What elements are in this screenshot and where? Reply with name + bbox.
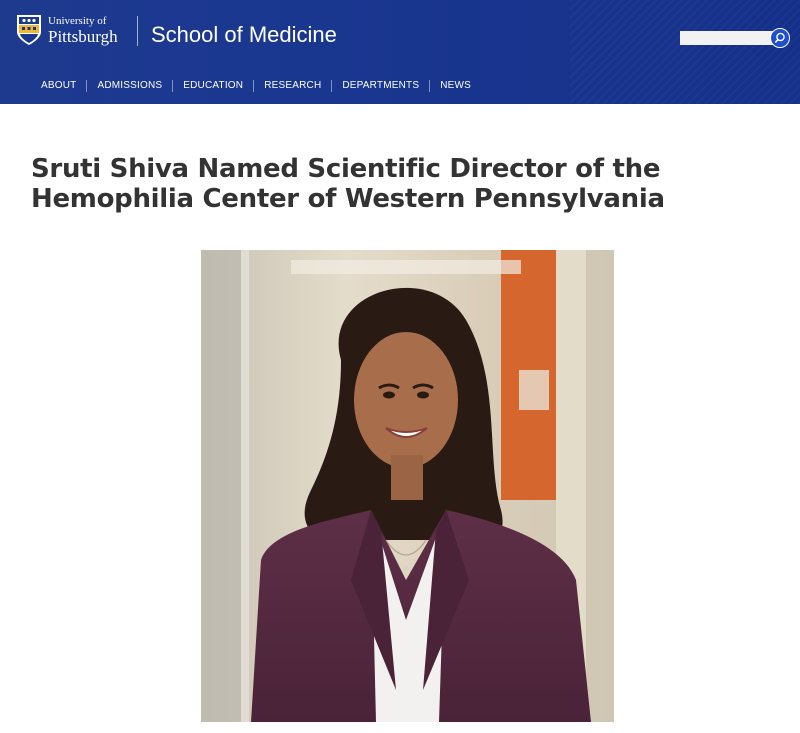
- search-box: [680, 28, 790, 48]
- nav-item-research[interactable]: RESEARCH: [253, 80, 331, 92]
- university-logo[interactable]: University of Pittsburgh: [16, 14, 118, 46]
- portrait-illustration: [201, 250, 614, 722]
- university-line1: University of: [48, 14, 107, 27]
- portrait-photo: [201, 250, 614, 722]
- university-line2: Pittsburgh: [48, 26, 118, 46]
- header-divider: [137, 16, 138, 46]
- nav-item-education[interactable]: EDUCATION: [172, 80, 253, 92]
- nav-item-admissions[interactable]: ADMISSIONS: [86, 80, 172, 92]
- header-texture: [570, 0, 800, 104]
- search-input[interactable]: [680, 31, 774, 45]
- nav-item-departments[interactable]: DEPARTMENTS: [331, 80, 429, 92]
- site-header: University of Pittsburgh School of Medic…: [0, 0, 800, 104]
- shield-icon: [17, 15, 41, 45]
- school-name[interactable]: School of Medicine: [151, 22, 337, 48]
- nav-item-about[interactable]: ABOUT: [31, 80, 86, 92]
- main-nav: ABOUT ADMISSIONS EDUCATION RESEARCH DEPA…: [31, 80, 481, 92]
- search-icon: [774, 32, 785, 44]
- university-wordmark: University of Pittsburgh: [48, 14, 118, 46]
- article-title: Sruti Shiva Named Scientific Director of…: [31, 154, 665, 214]
- nav-item-news[interactable]: NEWS: [429, 80, 481, 92]
- search-button[interactable]: [770, 28, 790, 48]
